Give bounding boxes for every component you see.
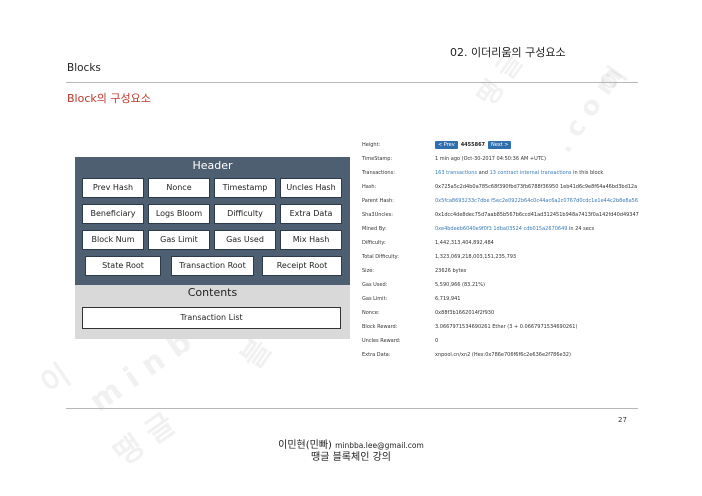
block-height-value: 4455867 [460,142,486,148]
detail-row-size: Size: 23626 bytes [362,265,642,277]
detail-label: Hash: [362,184,377,190]
miner-address-link[interactable]: 0xe4bdeeb6040e9f0f3 1dba03524 cdb015a267… [435,226,567,232]
footer-email: minbba.lee@gmail.com [335,441,424,450]
detail-row-mined-by: Mined By: 0xe4bdeeb6040e9f0f3 1dba03524 … [362,223,642,235]
detail-value: 0 [435,338,439,344]
detail-row-difficulty: Difficulty: 1,442,313,404,892,484 [362,237,642,249]
chapter-title: 02. 이더리움의 구성요소 [450,46,566,59]
block-structure-diagram: Header Prev Hash Nonce Timestamp Uncles … [75,157,350,339]
detail-row-timestamp: TimeStamp: 1 min ago (Oct-30-2017 04:50:… [362,153,642,165]
top-divider [66,82,638,83]
detail-label: Nonce: [362,310,380,316]
detail-label: Sha3Uncles: [362,212,393,218]
bottom-divider [66,408,638,409]
detail-row-extra-data: Extra Data: xnpool.cn/xn2 (Hex:0x786e706… [362,349,642,361]
field-receipt-root: Receipt Root [262,256,342,276]
detail-label: Parent Hash: [362,198,394,204]
footer-course: 땡글 블록체인 강의 [311,452,391,463]
contents-section: Contents Transaction List [75,285,350,339]
detail-label: Mined By: [362,226,387,232]
detail-row-total-difficulty: Total Difficulty: 1,323,069,218,003,151,… [362,251,642,263]
field-state-root: State Root [85,256,161,276]
field-timestamp: Timestamp [214,178,276,198]
field-nonce: Nonce [148,178,210,198]
detail-label: Gas Used: [362,282,388,288]
detail-value: 23626 bytes [435,268,467,274]
field-logs-bloom: Logs Bloom [148,204,210,224]
detail-value: 6,719,941 [435,296,461,302]
detail-label: TimeStamp: [362,156,393,162]
detail-row-transactions: Transactions: 163 transactions and 13 co… [362,167,642,179]
internal-transactions-link[interactable]: 13 contract internal transactions [490,170,572,176]
footer-author: 이민현(민빠) [278,440,332,451]
field-extra-data: Extra Data [280,204,342,224]
detail-row-height: Height: < Prev 4455867 Next > [362,139,642,151]
detail-label: Difficulty: [362,240,386,246]
field-transaction-root: Transaction Root [171,256,254,276]
detail-label: Gas Limit: [362,296,388,302]
page-number: 27 [618,416,627,424]
detail-label: Extra Data: [362,352,391,358]
detail-value: 0x1dcc4de8dec75d7aab85b567b6ccd41ad31245… [435,212,639,218]
footer: 이민현(민빠) minbba.lee@gmail.com 땡글 블록체인 강의 [0,440,702,464]
watermark: 이 [594,61,634,99]
detail-value: 1 min ago (Oct-30-2017 04:50:36 AM +UTC) [435,156,546,162]
detail-value: 1,442,313,404,892,484 [435,240,494,246]
next-block-button[interactable]: Next > [488,141,512,149]
detail-label: Uncles Reward: [362,338,401,344]
header-title: Header [192,159,233,172]
detail-value: 0x725a5c2d4b0a785c68f390fbd73fb6788f3695… [435,184,638,190]
detail-value: 3.0667971534690261 Ether (3 + 0.06679715… [435,324,578,330]
detail-value: in this block [571,170,604,176]
field-beneficiary: Beneficiary [82,204,144,224]
detail-label: Total Difficulty: [362,254,399,260]
detail-value: and [476,170,490,176]
field-mix-hash: Mix Hash [280,230,342,250]
watermark: 이 [34,357,78,403]
detail-row-nonce: Nonce: 0x88f3b1662014f2f930 [362,307,642,319]
header-section: Header Prev Hash Nonce Timestamp Uncles … [75,157,350,285]
field-gas-used: Gas Used [214,230,276,250]
detail-value: in 24 secs [567,226,595,232]
field-block-num: Block Num [82,230,144,250]
detail-label: Transactions: [362,170,395,176]
prev-block-button[interactable]: < Prev [435,141,458,149]
detail-row-uncles-reward: Uncles Reward: 0 [362,335,642,347]
detail-value: 1,323,069,218,003,151,235,793 [435,254,517,260]
detail-row-gas-used: Gas Used: 5,590,966 (83.21%) [362,279,642,291]
parent-hash-link[interactable]: 0x5fca8693233c7dbe f5ec2e0922b64c0c44ac6… [435,198,638,204]
detail-label: Size: [362,268,374,274]
detail-row-sha3uncles: Sha3Uncles: 0x1dcc4de8dec75d7aab85b567b6… [362,209,642,221]
detail-label: Block Reward: [362,324,398,330]
slide-title: Block의 구성요소 [67,92,151,105]
field-transaction-list: Transaction List [82,307,341,329]
detail-row-gas-limit: Gas Limit: 6,719,941 [362,293,642,305]
contents-title: Contents [187,286,238,299]
field-uncles-hash: Uncles Hash [280,178,342,198]
field-prev-hash: Prev Hash [82,178,144,198]
transactions-link[interactable]: 163 transactions [435,170,477,176]
detail-value: 5,590,966 (83.21%) [435,282,486,288]
detail-row-block-reward: Block Reward: 3.0667971534690261 Ether (… [362,321,642,333]
detail-value: 0x88f3b1662014f2f930 [435,310,495,316]
detail-row-parent-hash: Parent Hash: 0x5fca8693233c7dbe f5ec2e09… [362,195,642,207]
detail-value: xnpool.cn/xn2 (Hex:0x786e706f6f6c2e636e2… [435,352,571,358]
field-difficulty: Difficulty [214,204,276,224]
detail-row-hash: Hash: 0x725a5c2d4b0a785c68f390fbd73fb678… [362,181,642,193]
detail-label: Height: [362,142,381,148]
field-gas-limit: Gas Limit [148,230,210,250]
section-label: Blocks [67,62,101,74]
